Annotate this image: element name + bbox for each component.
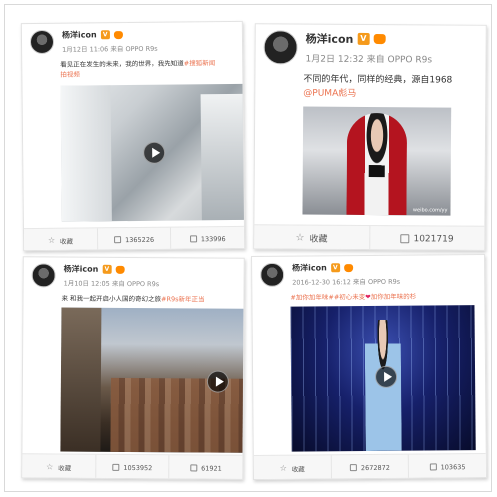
favorite-button[interactable]: ☆ 收藏	[22, 454, 97, 480]
post-text: 来 和我一起开启小人国的奇幻之旅#R9s新年正当	[61, 293, 243, 304]
post-time[interactable]: 1月2日 12:32 来自 OPPO R9s	[306, 52, 433, 66]
comment-button[interactable]: 133996	[171, 227, 244, 251]
post-text: #加你加年味##初心未变❤加你加年味的杉	[290, 291, 484, 303]
favorite-button[interactable]: ☆ 收藏	[253, 455, 332, 481]
post-time[interactable]: 2016-12-30 16:12 来自 OPPO R9s	[292, 276, 400, 287]
post-text: 不同的年代，同样的经典，源自1968 @PUMA彪马	[303, 73, 485, 102]
repost-count: 2672872	[360, 463, 390, 472]
star-icon: ☆	[295, 231, 305, 244]
star-icon: ☆	[46, 461, 54, 471]
repost-count: 1053952	[123, 463, 153, 472]
post-header: 杨洋icon V 1月2日 12:32 来自 OPPO R9s	[263, 30, 433, 66]
weibo-post-card: 杨洋icon V 1月2日 12:32 来自 OPPO R9s 不同的年代，同样…	[253, 23, 487, 251]
video-link[interactable]: 拍视频	[60, 68, 242, 80]
hashtag-link[interactable]: #R9s新年正当	[161, 295, 205, 303]
member-crown-icon	[113, 30, 123, 39]
verified-badge-icon: V	[357, 32, 370, 45]
weibo-post-card: 杨洋icon V 2016-12-30 16:12 来自 OPPO R9s #加…	[251, 253, 487, 481]
member-crown-icon	[343, 263, 353, 272]
favorite-label: 收藏	[309, 234, 328, 245]
verified-badge-icon: V	[100, 30, 110, 40]
post-text: 看见正在发生的未来，我的世界，我先知道#搜狐新闻 拍视频	[60, 58, 242, 80]
person-figure-shape	[346, 112, 408, 216]
video-thumbnail[interactable]	[60, 307, 245, 453]
avatar[interactable]	[263, 30, 298, 65]
play-button-icon[interactable]	[374, 365, 398, 388]
curtain-shape	[60, 85, 112, 222]
user-name[interactable]: 杨洋icon	[62, 29, 97, 40]
favorite-label: 收藏	[58, 463, 72, 473]
hashtag-link[interactable]: #加你加年味#	[290, 293, 333, 301]
hashtag-link[interactable]: #初心未变	[334, 293, 366, 301]
hashtag-link[interactable]: #搜狐新闻	[184, 59, 216, 67]
weibo-post-card: 杨洋icon V 1月10日 12:05 来自 OPPO R9s 来 和我一起开…	[21, 256, 245, 480]
play-button-icon[interactable]	[143, 141, 166, 164]
action-bar: ☆ 收藏 1053952 61921	[22, 453, 243, 480]
comment-count: 133996	[200, 234, 226, 243]
post-text-line: 看见正在发生的未来，我的世界，我先知道	[60, 59, 184, 69]
favorite-button[interactable]: ☆ 收藏	[254, 225, 370, 251]
image-watermark: weibo.com/yy	[412, 207, 448, 214]
repost-icon	[349, 464, 357, 472]
repost-button[interactable]: 2672872	[331, 454, 410, 481]
post-time[interactable]: 1月10日 12:05 来自 OPPO R9s	[64, 278, 160, 289]
post-text-line: 来 和我一起开启小人国的奇幻之旅	[61, 294, 162, 304]
repost-count: 1021719	[413, 233, 454, 245]
comment-icon	[429, 463, 437, 471]
favorite-label: 收藏	[291, 465, 305, 474]
action-bar: ☆ 收藏 1365226 133996	[23, 225, 245, 252]
comment-count: 61921	[201, 463, 222, 473]
verified-badge-icon: V	[102, 264, 112, 274]
action-bar: ☆ 收藏 1021719	[254, 224, 485, 251]
repost-icon	[114, 236, 122, 244]
mention-link[interactable]: @PUMA彪马	[303, 87, 485, 102]
favorite-button[interactable]: ☆ 收藏	[23, 228, 98, 252]
verified-badge-icon: V	[330, 263, 340, 273]
star-icon: ☆	[47, 235, 56, 245]
user-name[interactable]: 杨洋icon	[292, 262, 327, 273]
avatar[interactable]	[260, 262, 285, 287]
post-header: 杨洋icon V 1月12日 11:06 来自 OPPO R9s	[29, 29, 158, 55]
repost-icon	[400, 234, 410, 244]
user-name[interactable]: 杨洋icon	[64, 264, 99, 275]
video-thumbnail[interactable]	[290, 305, 476, 452]
avatar[interactable]	[29, 29, 55, 55]
comment-icon	[189, 235, 197, 243]
repost-count: 1365226	[125, 235, 155, 244]
comment-button[interactable]: 61921	[170, 455, 243, 480]
user-name[interactable]: 杨洋icon	[306, 31, 354, 47]
hashtag-link[interactable]: 加你加年味的杉	[371, 293, 417, 301]
play-button-icon[interactable]	[206, 370, 229, 393]
post-header: 杨洋icon V 2016-12-30 16:12 来自 OPPO R9s	[260, 262, 400, 287]
comment-icon	[190, 464, 198, 472]
favorite-label: 收藏	[59, 237, 73, 246]
repost-button[interactable]: 1053952	[95, 454, 170, 480]
repost-button[interactable]: 1365226	[97, 227, 172, 252]
window-shape	[200, 93, 246, 221]
comment-button[interactable]: 103635	[409, 454, 486, 480]
comment-count: 103635	[440, 462, 466, 471]
post-text-line: 不同的年代，同样的经典，源自1968	[303, 74, 453, 86]
post-image[interactable]: weibo.com/yy	[302, 106, 452, 216]
repost-button[interactable]: 1021719	[370, 226, 485, 251]
member-crown-icon	[115, 265, 125, 274]
post-header: 杨洋icon V 1月10日 12:05 来自 OPPO R9s	[31, 263, 160, 289]
repost-icon	[112, 463, 120, 471]
video-thumbnail[interactable]	[60, 83, 246, 222]
action-bar: ☆ 收藏 2672872 103635	[253, 452, 486, 481]
member-crown-icon	[373, 34, 386, 45]
avatar[interactable]	[31, 263, 56, 288]
tower-shape	[60, 307, 102, 452]
post-time[interactable]: 1月12日 11:06 来自 OPPO R9s	[62, 43, 158, 54]
weibo-post-card: 杨洋icon V 1月12日 11:06 来自 OPPO R9s 看见正在发生的…	[20, 20, 246, 252]
star-icon: ☆	[279, 463, 287, 473]
shirt-print-shape	[368, 164, 385, 178]
